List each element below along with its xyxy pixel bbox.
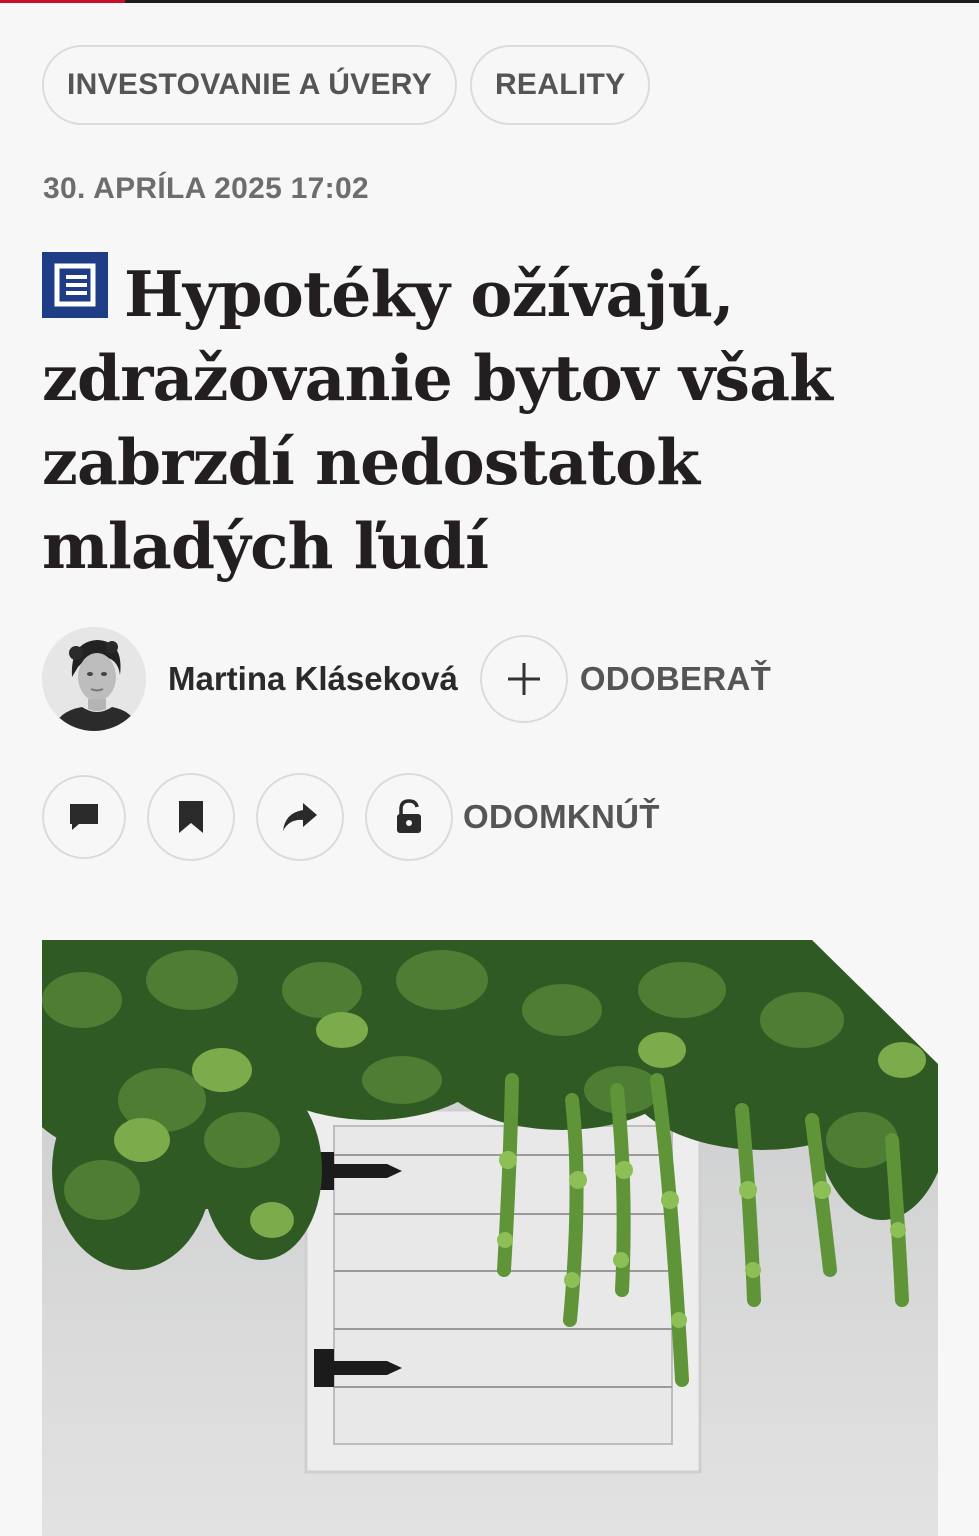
article-headline: Hypotéky ožívajú, zdražovanie bytov však…	[42, 252, 942, 588]
unlock-icon	[397, 799, 421, 833]
bookmark-icon	[179, 801, 203, 833]
follow-button[interactable]	[479, 635, 568, 723]
article-actions: ODOMKNÚŤ	[42, 773, 660, 861]
bookmark-button[interactable]	[147, 773, 235, 861]
publish-date: 30. APRÍLA 2025 17:02	[43, 172, 369, 205]
progress-accent	[0, 0, 125, 3]
tag-investovanie[interactable]: INVESTOVANIE A ÚVERY	[42, 45, 457, 125]
comments-button[interactable]	[42, 775, 126, 859]
plus-icon	[507, 663, 540, 695]
tag-reality[interactable]: REALITY	[469, 45, 651, 125]
author-avatar[interactable]	[42, 627, 146, 731]
comment-icon	[70, 804, 98, 830]
follow-label[interactable]: ODOBERAŤ	[580, 660, 771, 698]
share-button[interactable]	[256, 773, 344, 861]
share-icon	[283, 803, 317, 831]
hero-image	[42, 940, 938, 1536]
premium-e-icon	[42, 252, 108, 318]
unlock-label[interactable]: ODOMKNÚŤ	[463, 798, 660, 836]
unlock-button[interactable]	[365, 773, 453, 861]
author-name[interactable]: Martina Kláseková	[168, 660, 458, 698]
author-row: Martina Kláseková ODOBERAŤ	[42, 626, 771, 732]
headline-text: Hypotéky ožívajú, zdražovanie bytov však…	[42, 257, 833, 583]
category-tags: INVESTOVANIE A ÚVERY REALITY	[42, 45, 651, 125]
top-progress-line	[0, 0, 979, 3]
